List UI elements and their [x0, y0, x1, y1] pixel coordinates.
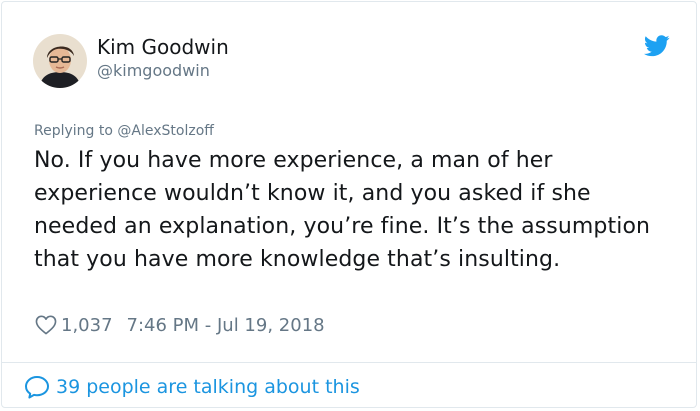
tweet-card: Kim Goodwin @kimgoodwin Replying to @Ale… [1, 1, 697, 408]
twitter-bird-icon[interactable] [644, 35, 670, 57]
avatar[interactable] [33, 34, 87, 88]
replying-prefix: Replying to [34, 123, 113, 139]
replying-to: Replying to @AlexStolzoff [34, 123, 214, 139]
avatar-image [33, 34, 87, 88]
conversation-text[interactable]: 39 people are talking about this [56, 376, 360, 398]
timestamp[interactable]: 7:46 PM - Jul 19, 2018 [127, 315, 325, 336]
author-handle[interactable]: @kimgoodwin [97, 61, 210, 80]
divider [2, 362, 696, 363]
like-count[interactable]: 1,037 [61, 315, 113, 336]
author-name[interactable]: Kim Goodwin [97, 35, 229, 59]
conversation-link[interactable]: 39 people are talking about this [24, 375, 360, 399]
tweet-text: No. If you have more experience, a man o… [34, 148, 651, 272]
tweet-meta: 1,037 7:46 PM - Jul 19, 2018 [35, 313, 325, 337]
replying-to-link[interactable]: @AlexStolzoff [117, 123, 214, 139]
speech-bubble-icon [25, 376, 49, 399]
heart-icon[interactable] [35, 315, 57, 335]
